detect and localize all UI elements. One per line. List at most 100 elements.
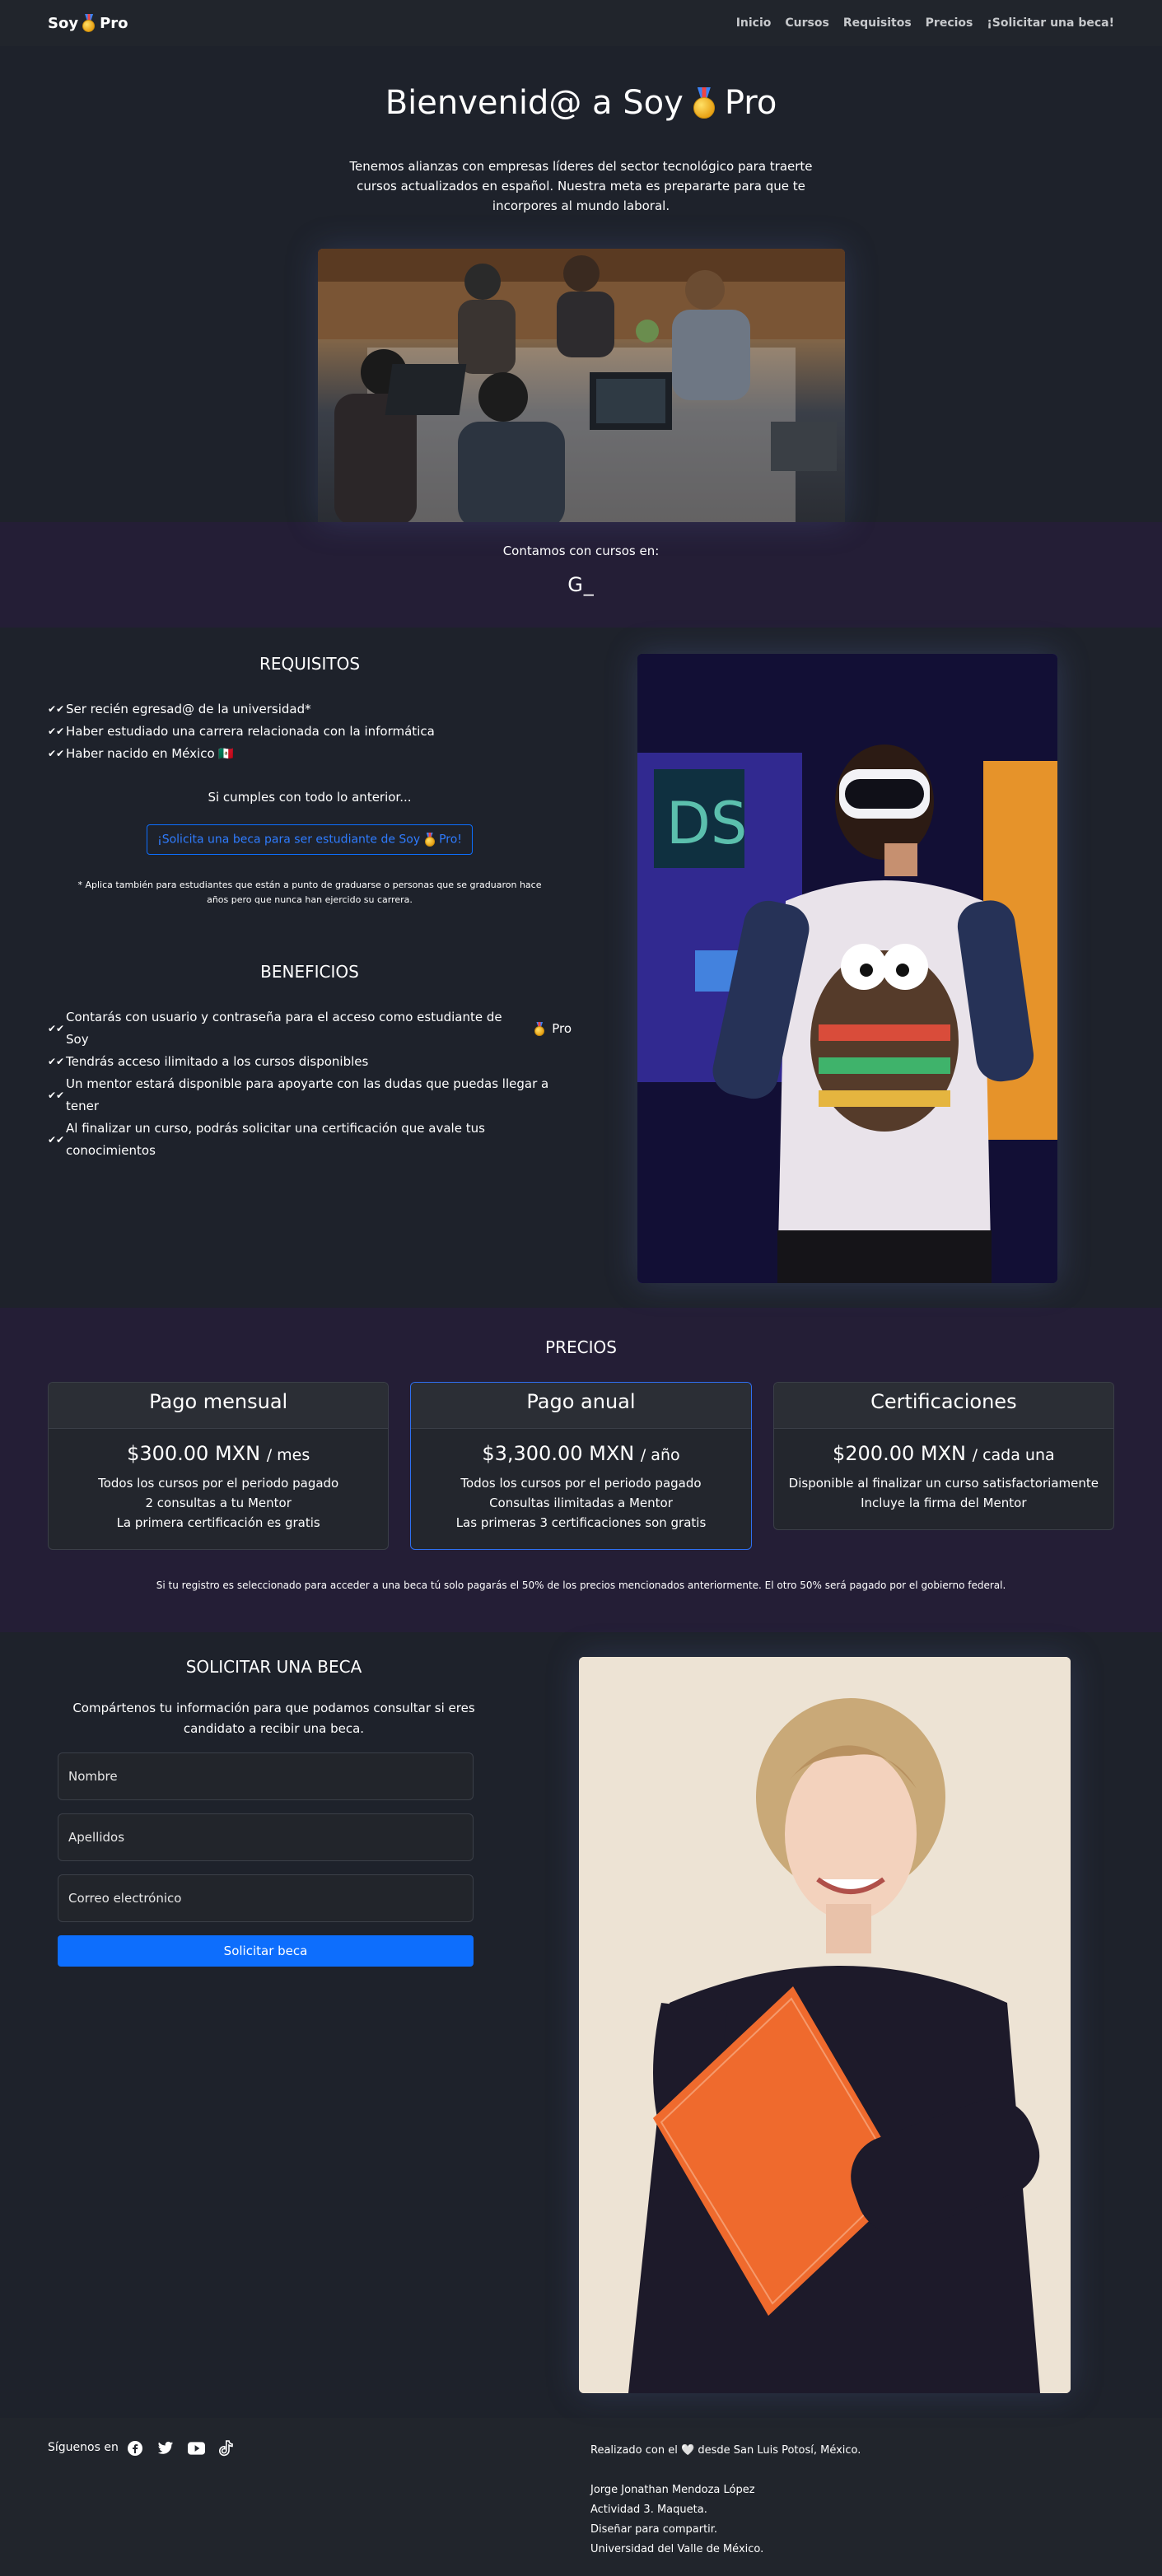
scholarship-form: SOLICITAR UNA BECA Compártenos tu inform… [58,1657,490,2393]
price-period: / año [640,1446,680,1464]
list-item: ✔✔ Tendrás acceso ilimitado a los cursos … [48,1051,572,1073]
nav-link-precios[interactable]: Precios [926,16,973,30]
requirements-lead: Si cumples con todo lo anterior... [208,790,412,805]
footer-credits: Realizado con el 🤍 desde San Luis Potosí… [590,2441,861,2560]
courses-band: Contamos con cursos en: G_ [0,522,1162,628]
brand-logo[interactable]: Soy Pro [48,14,128,32]
brand-suffix: Pro [100,14,128,32]
card-lines: Disponible al finalizar un curso satisfa… [782,1473,1105,1513]
nav-link-cursos[interactable]: Cursos [785,16,828,30]
requirement-text: Haber estudiado una carrera relacionada … [66,724,435,739]
benefit-text: Un mentor estará disponible para apoyart… [66,1076,549,1113]
hero-section: Bienvenid@ a Soy Pro Tenemos alianzas co… [0,46,1162,522]
courses-typed-text: G_ [567,573,595,596]
requirement-text: Haber nacido en México 🇲🇽 [66,746,235,761]
double-check-icon: ✔✔ [48,1089,65,1101]
card-lines: Todos los cursos por el periodo pagado 2… [57,1473,380,1533]
nav-link-beca[interactable]: ¡Solicitar una beca! [987,16,1114,30]
svg-text:DS: DS [666,790,747,857]
medal-icon [692,87,716,119]
facebook-icon[interactable] [127,2439,144,2457]
card-line: La primera certificación es gratis [116,1515,320,1530]
requirement-text: Ser recién egresad@ de la universidad* [66,702,311,716]
medal-icon [534,1021,545,1036]
scholarship-title: SOLICITAR UNA BECA [185,1657,362,1677]
benefit-text-suffix: Pro [552,1020,572,1036]
social-links [127,2439,236,2457]
surname-field[interactable] [58,1813,474,1861]
card-body: $3,300.00 MXN / año Todos los cursos por… [411,1429,750,1549]
card-line: Consultas ilimitadas a Mentor [489,1496,673,1510]
list-item: ✔✔ Al finalizar un curso, podrás solicita… [48,1118,572,1162]
benefits-list: ✔✔ Contarás con usuario y contraseña par… [48,1006,572,1162]
double-check-icon: ✔✔ [48,703,65,715]
nav-links: Inicio Cursos Requisitos Precios ¡Solici… [736,16,1114,30]
apply-scholarship-button[interactable]: ¡Solicita una beca para ser estudiante d… [147,824,473,855]
double-check-icon: ✔✔ [48,748,65,759]
requirements-column: REQUISITOS ✔✔ Ser recién egresad@ de la u… [48,654,572,1283]
requirements-footnote: * Aplica también para estudiantes que es… [77,880,542,905]
card-price: $3,300.00 MXN / año [419,1442,742,1465]
price-period: / cada una [972,1446,1055,1464]
card-body: $200.00 MXN / cada una Disponible al fin… [774,1429,1113,1529]
submit-scholarship-button[interactable]: Solicitar beca [58,1935,474,1967]
card-title: Certificaciones [773,1383,1113,1429]
student-image [579,1657,1071,2393]
price-card-annual: Pago anual $3,300.00 MXN / año Todos los… [410,1382,752,1550]
card-line: Incluye la firma del Mentor [861,1496,1027,1510]
requirements-title: REQUISITOS [259,654,361,674]
prices-note: Si tu registro es seleccionado para acce… [156,1580,1006,1591]
card-title: Pago mensual [49,1383,389,1429]
credit-line: Universidad del Valle de México. [590,2543,764,2555]
price-card-monthly: Pago mensual $300.00 MXN / mes Todos los… [48,1382,390,1550]
name-field[interactable] [58,1752,474,1800]
hero-title-prefix: Bienvenid@ a Soy [385,84,684,122]
double-check-icon: ✔✔ [48,726,65,737]
vr-headset-image: DS [637,654,1057,1283]
double-check-icon: ✔✔ [48,1022,65,1034]
heart-icon: 🤍 [681,2444,695,2457]
hero-title: Bienvenid@ a Soy Pro [0,84,1162,122]
hero-text: Tenemos alianzas con empresas líderes de… [349,159,813,213]
card-title: Pago anual [411,1383,751,1429]
nav-link-requisitos[interactable]: Requisitos [843,16,912,30]
price-amount: $300.00 MXN [127,1442,261,1465]
medal-icon [424,833,436,847]
card-line: Todos los cursos por el periodo pagado [460,1476,702,1491]
credit-line: Actividad 3. Maqueta. [590,2504,707,2516]
hero-title-suffix: Pro [724,84,777,122]
credit-line: Jorge Jonathan Mendoza López [590,2484,755,2496]
form-fields: Solicitar beca [58,1752,490,1967]
price-card-certifications: Certificaciones $200.00 MXN / cada una D… [772,1382,1114,1530]
brand-prefix: Soy [48,14,79,32]
navbar: Soy Pro Inicio Cursos Requisitos Precios… [0,0,1162,46]
benefit-text: Tendrás acceso ilimitado a los cursos di… [66,1054,369,1069]
twitter-icon[interactable] [157,2439,175,2457]
list-item: ✔✔ Ser recién egresad@ de la universidad* [48,698,572,721]
medal-icon [82,14,96,32]
card-line: Las primeras 3 certificaciones son grati… [455,1515,707,1530]
benefits-title: BENEFICIOS [260,962,359,982]
prices-section: PRECIOS Pago mensual $300.00 MXN / mes T… [0,1308,1162,1632]
requirements-section: REQUISITOS ✔✔ Ser recién egresad@ de la u… [0,628,1162,1308]
footer-social: Síguenos en [48,2439,590,2560]
nav-link-inicio[interactable]: Inicio [736,16,772,30]
list-item: ✔✔ Haber estudiado una carrera relacionad… [48,721,572,743]
card-price: $300.00 MXN / mes [57,1442,380,1465]
email-field[interactable] [58,1874,474,1922]
price-period: / mes [266,1446,310,1464]
list-item: ✔✔ Un mentor estará disponible para apoya… [48,1073,572,1118]
card-line: Disponible al finalizar un curso satisfa… [788,1476,1099,1491]
scholarship-lead: Compártenos tu información para que poda… [72,1701,475,1736]
courses-title: Contamos con cursos en: [502,544,660,558]
requirements-list: ✔✔ Ser recién egresad@ de la universidad*… [48,698,572,765]
youtube-icon[interactable] [187,2439,205,2457]
benefit-text: Al finalizar un curso, podrás solicitar … [66,1121,485,1158]
made-prefix: Realizado con el [590,2444,678,2457]
list-item: ✔✔ Haber nacido en México 🇲🇽 [48,743,572,765]
cta-suffix: Pro! [439,833,462,847]
cta-prefix: ¡Solicita una beca para ser estudiante d… [157,833,421,847]
tiktok-icon[interactable] [218,2439,236,2457]
made-with-love: Realizado con el 🤍 desde San Luis Potosí… [590,2441,861,2461]
double-check-icon: ✔✔ [48,1133,65,1146]
